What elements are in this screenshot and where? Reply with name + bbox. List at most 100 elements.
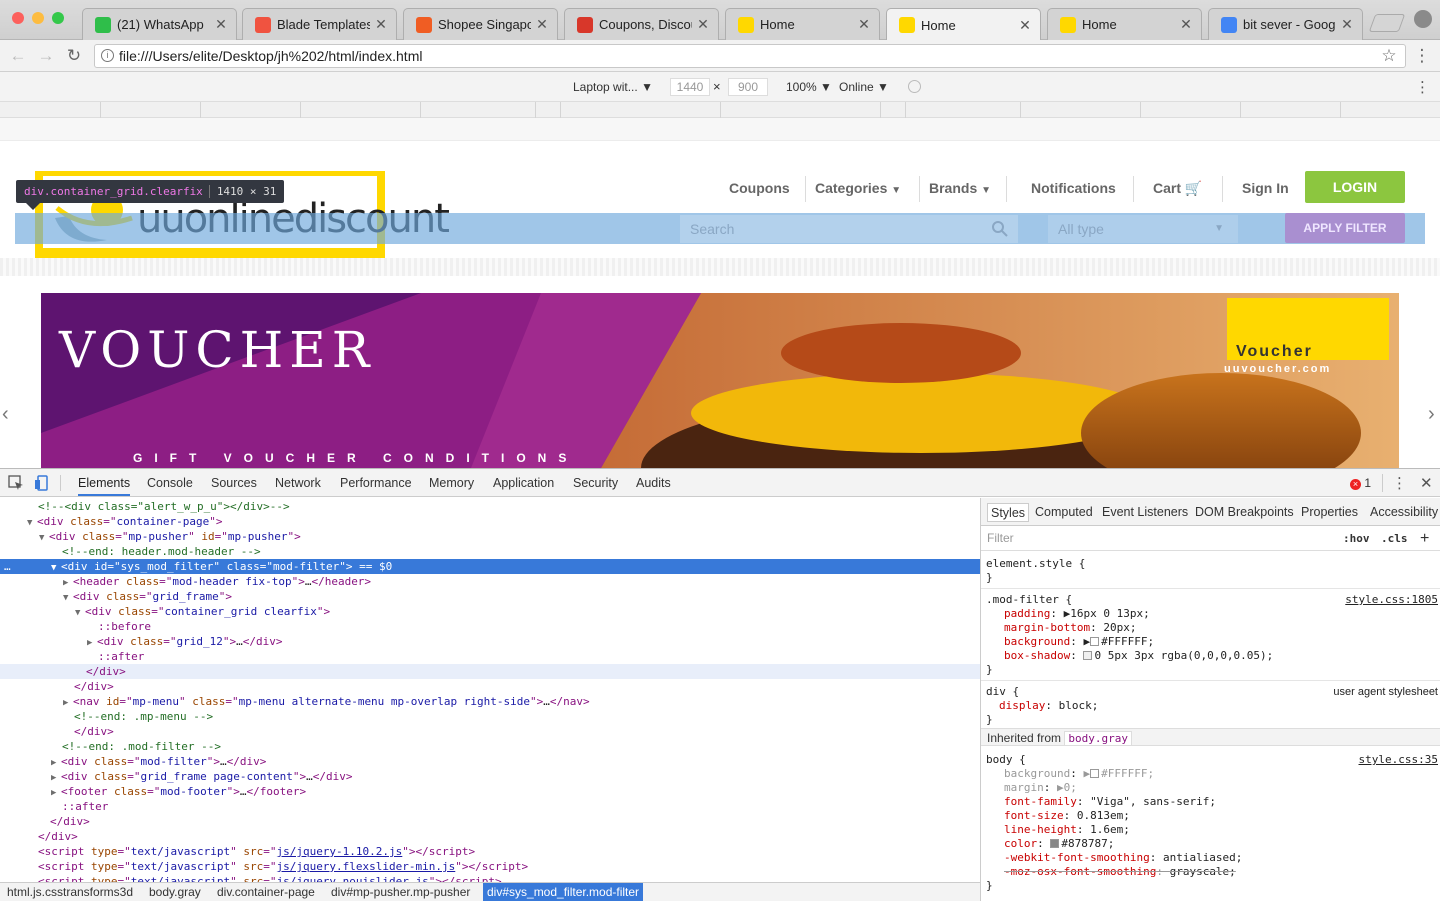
close-devtools-icon[interactable]: ✕ <box>1420 474 1433 492</box>
nav-brands[interactable]: Brands ▼ <box>929 180 991 196</box>
css-property[interactable]: background: ▶ #FFFFFF; <box>986 767 1438 781</box>
dom-node[interactable]: ▼ <div class="mp-pusher" id="mp-pusher"> <box>0 529 980 544</box>
body-selector[interactable]: body { <box>986 753 1026 766</box>
css-property[interactable]: font-size: 0.813em; <box>986 809 1438 823</box>
close-tab-icon[interactable]: ✕ <box>857 16 871 33</box>
dom-node[interactable]: <script type="text/javascript" src="js/j… <box>0 844 980 859</box>
profile-icon[interactable] <box>1414 10 1432 28</box>
css-property[interactable]: margin: ▶0; <box>986 781 1438 795</box>
dom-node[interactable]: <!--end: .mp-menu --> <box>0 709 980 724</box>
tab-network[interactable]: Network <box>275 469 321 496</box>
dom-node[interactable]: ▶ <header class="mod-header fix-top">…</h… <box>0 574 980 589</box>
tab-memory[interactable]: Memory <box>429 469 474 496</box>
hov-toggle[interactable]: :hov <box>1343 526 1370 551</box>
css-property[interactable]: -moz-osx-font-smoothing: grayscale; <box>986 865 1438 879</box>
dom-node[interactable]: </div> <box>0 814 980 829</box>
dom-node[interactable]: ▶ <div class="grid_12">…</div> <box>0 634 980 649</box>
mod-filter-source-link[interactable]: style.css:1805 <box>1345 593 1438 607</box>
body-source-link[interactable]: style.css:35 <box>1359 753 1438 767</box>
css-property[interactable]: padding: ▶16px 0 13px; <box>986 607 1438 621</box>
css-property[interactable]: color: #878787; <box>986 837 1438 851</box>
dom-node[interactable]: ▶ <div class="grid_frame page-content">…<… <box>0 769 980 784</box>
bookmark-star-icon[interactable]: ☆ <box>1379 46 1399 66</box>
tab-computed[interactable]: Computed <box>1032 503 1096 522</box>
tab-styles[interactable]: Styles <box>987 503 1030 522</box>
browser-tab-4[interactable]: Coupons, Discoun ✕ <box>564 8 719 40</box>
zoom-select[interactable]: 100% ▼ <box>786 80 832 94</box>
dom-node[interactable]: </div> <box>0 679 980 694</box>
dom-node[interactable]: </div> <box>0 829 980 844</box>
css-property[interactable]: background: ▶ #FFFFFF; <box>986 635 1438 649</box>
browser-tab-8[interactable]: bit sever - Google ✕ <box>1208 8 1363 40</box>
crumb-body[interactable]: body.gray <box>145 883 205 901</box>
minimize-window-button[interactable] <box>32 12 44 24</box>
styles-filter-input[interactable]: Filter :hov .cls + <box>981 526 1440 551</box>
crumb-container-page[interactable]: div.container-page <box>213 883 319 901</box>
crumb-mp-pusher[interactable]: div#mp-pusher.mp-pusher <box>327 883 474 901</box>
rotate-icon[interactable] <box>908 80 921 93</box>
dom-node[interactable]: <!--end: header.mod-header --> <box>0 544 980 559</box>
forward-icon[interactable]: → <box>36 46 56 66</box>
new-tab-button[interactable] <box>1368 14 1406 32</box>
close-tab-icon[interactable]: ✕ <box>535 16 549 33</box>
css-property[interactable]: box-shadow: 0 5px 3px rgba(0,0,0,0.05); <box>986 649 1438 663</box>
nav-categories[interactable]: Categories ▼ <box>815 180 901 196</box>
element-style-rule[interactable]: element.style { <box>986 557 1438 571</box>
color-swatch-icon[interactable] <box>1050 839 1060 848</box>
dom-node[interactable]: <!--<div class="alert_w_p_u"></div>--> <box>0 499 980 514</box>
nav-cart[interactable]: Cart 🛒 <box>1153 180 1202 197</box>
css-property[interactable]: -webkit-font-smoothing: antialiased; <box>986 851 1438 865</box>
css-property[interactable]: line-height: 1.6em; <box>986 823 1438 837</box>
dom-node[interactable]: ::after <box>0 799 980 814</box>
close-tab-icon[interactable]: ✕ <box>1018 17 1032 34</box>
dom-node[interactable]: ▼ <div class="container_grid clearfix"> <box>0 604 980 619</box>
tab-elements[interactable]: Elements <box>78 469 131 496</box>
tab-application[interactable]: Application <box>493 469 554 496</box>
error-counter[interactable]: × 1 <box>1350 476 1371 490</box>
color-swatch-icon[interactable] <box>1090 769 1100 778</box>
devtools-menu-icon[interactable]: ⋮ <box>1392 474 1407 492</box>
dom-node[interactable]: ▶ <footer class="mod-footer">…</footer> <box>0 784 980 799</box>
slider-next-icon[interactable]: › <box>1428 403 1435 426</box>
network-select[interactable]: Online ▼ <box>839 80 889 94</box>
tab-event-listeners[interactable]: Event Listeners <box>1099 503 1191 522</box>
nav-coupons[interactable]: Coupons <box>729 180 790 196</box>
dom-node[interactable]: <!--end: .mod-filter --> <box>0 739 980 754</box>
width-input[interactable]: 1440 <box>670 78 710 96</box>
dom-node[interactable]: ▶ <div class="mod-filter">…</div> <box>0 754 980 769</box>
inspect-element-icon[interactable] <box>8 475 24 491</box>
reload-icon[interactable]: ↻ <box>64 46 84 66</box>
tab-properties[interactable]: Properties <box>1298 503 1361 522</box>
close-tab-icon[interactable]: ✕ <box>374 16 388 33</box>
tab-performance[interactable]: Performance <box>340 469 412 496</box>
div-selector[interactable]: div { <box>986 685 1019 698</box>
back-icon[interactable]: ← <box>8 46 28 66</box>
search-icon[interactable] <box>992 221 1008 237</box>
close-window-button[interactable] <box>12 12 24 24</box>
dom-node[interactable]: <script type="text/javascript" src="js/j… <box>0 859 980 874</box>
login-button[interactable]: LOGIN <box>1305 171 1405 203</box>
inherited-source[interactable]: body.gray <box>1064 731 1132 746</box>
voucher-banner[interactable]: VOUCHER GIFT VOUCHER CONDITIONS Voucher … <box>41 293 1399 468</box>
slider-prev-icon[interactable]: ‹ <box>2 403 9 426</box>
dom-node[interactable]: ::before <box>0 619 980 634</box>
dom-node[interactable]: ▼ <div class="grid_frame"> <box>0 589 980 604</box>
device-menu-icon[interactable]: ⋮ <box>1415 78 1430 96</box>
cls-toggle[interactable]: .cls <box>1381 526 1408 551</box>
info-icon[interactable]: i <box>101 49 114 62</box>
node-actions-icon[interactable]: … <box>4 559 11 574</box>
height-input[interactable]: 900 <box>728 78 768 96</box>
browser-tab-5[interactable]: Home ✕ <box>725 8 880 40</box>
crumb-html[interactable]: html.js.csstransforms3d <box>3 883 137 901</box>
div-display-prop[interactable]: display: block; <box>986 699 1438 713</box>
close-tab-icon[interactable]: ✕ <box>696 16 710 33</box>
css-property[interactable]: margin-bottom: 20px; <box>986 621 1438 635</box>
nav-sign-in[interactable]: Sign In <box>1242 180 1289 196</box>
apply-filter-button[interactable]: APPLY FILTER <box>1285 213 1405 243</box>
tab-audits[interactable]: Audits <box>636 469 671 496</box>
address-bar[interactable]: i file:///Users/elite/Desktop/jh%202/htm… <box>94 44 1406 68</box>
tab-sources[interactable]: Sources <box>211 469 257 496</box>
color-swatch-icon[interactable] <box>1090 637 1100 646</box>
nav-notifications[interactable]: Notifications <box>1031 180 1116 196</box>
dom-node[interactable]: </div> <box>0 724 980 739</box>
